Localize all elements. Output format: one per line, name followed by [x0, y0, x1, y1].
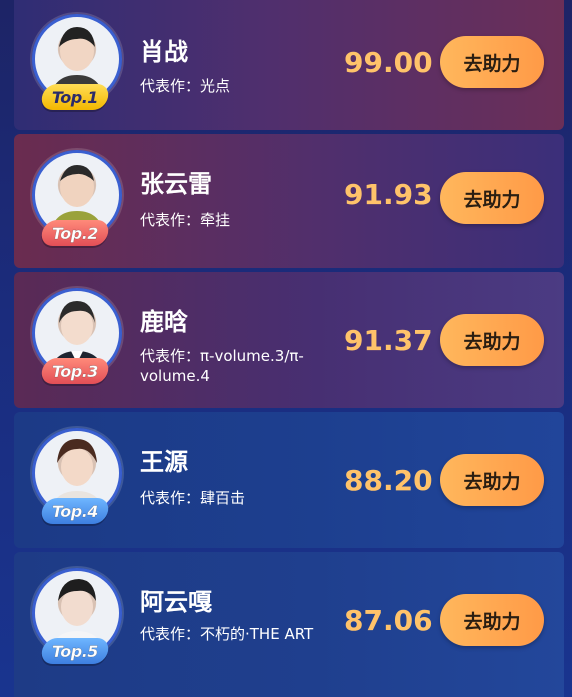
ranking-card: Top.5 阿云嘎 代表作：不朽的·THE ART 87.06 去助力	[14, 552, 564, 697]
ranking-list: Top.1 肖战 代表作：光点 99.00 去助力 Top.2 张云雷 代表作：…	[0, 0, 572, 697]
artist-name: 肖战	[140, 38, 188, 66]
rank-badge-label: Top.4	[51, 501, 98, 521]
avatar-wrap: Top.5	[32, 568, 124, 664]
representative-work: 代表作：肆百击	[140, 489, 246, 507]
representative-work: 代表作：牵挂	[140, 211, 231, 229]
avatar-wrap: Top.3	[32, 288, 124, 384]
score-value: 88.20	[344, 464, 433, 497]
score-value: 91.37	[344, 324, 433, 357]
rank-badge: Top.1	[39, 84, 111, 110]
support-button[interactable]: 去助力	[440, 594, 544, 646]
avatar-wrap: Top.2	[32, 150, 124, 246]
avatar-wrap: Top.1	[32, 14, 124, 110]
ranking-card: Top.3 鹿晗 代表作：π-volume.3/π-volume.4 91.37…	[14, 272, 564, 408]
ranking-card: Top.4 王源 代表作：肆百击 88.20 去助力	[14, 412, 564, 548]
representative-work: 代表作：不朽的·THE ART	[140, 625, 314, 643]
ranking-card: Top.1 肖战 代表作：光点 99.00 去助力	[14, 0, 564, 130]
support-button[interactable]: 去助力	[440, 454, 544, 506]
support-button[interactable]: 去助力	[440, 314, 544, 366]
rank-badge: Top.2	[39, 220, 111, 246]
support-button[interactable]: 去助力	[440, 172, 544, 224]
score-value: 87.06	[344, 604, 433, 637]
rank-badge: Top.3	[39, 358, 111, 384]
rank-badge: Top.5	[39, 638, 111, 664]
artist-name: 阿云嘎	[140, 588, 212, 616]
score-value: 99.00	[344, 46, 433, 79]
representative-work: 代表作：π-volume.3/π-volume.4	[140, 347, 304, 385]
support-button[interactable]: 去助力	[440, 36, 544, 88]
representative-work: 代表作：光点	[140, 77, 231, 95]
artist-name: 鹿晗	[140, 308, 188, 336]
rank-badge: Top.4	[39, 498, 111, 524]
rank-badge-label: Top.5	[51, 641, 98, 661]
avatar-wrap: Top.4	[32, 428, 124, 524]
artist-name: 王源	[140, 448, 188, 476]
ranking-card: Top.2 张云雷 代表作：牵挂 91.93 去助力	[14, 134, 564, 268]
score-value: 91.93	[344, 178, 433, 211]
rank-badge-label: Top.1	[51, 87, 98, 107]
artist-name: 张云雷	[140, 170, 212, 198]
rank-badge-label: Top.2	[51, 223, 98, 243]
rank-badge-label: Top.3	[51, 361, 98, 381]
